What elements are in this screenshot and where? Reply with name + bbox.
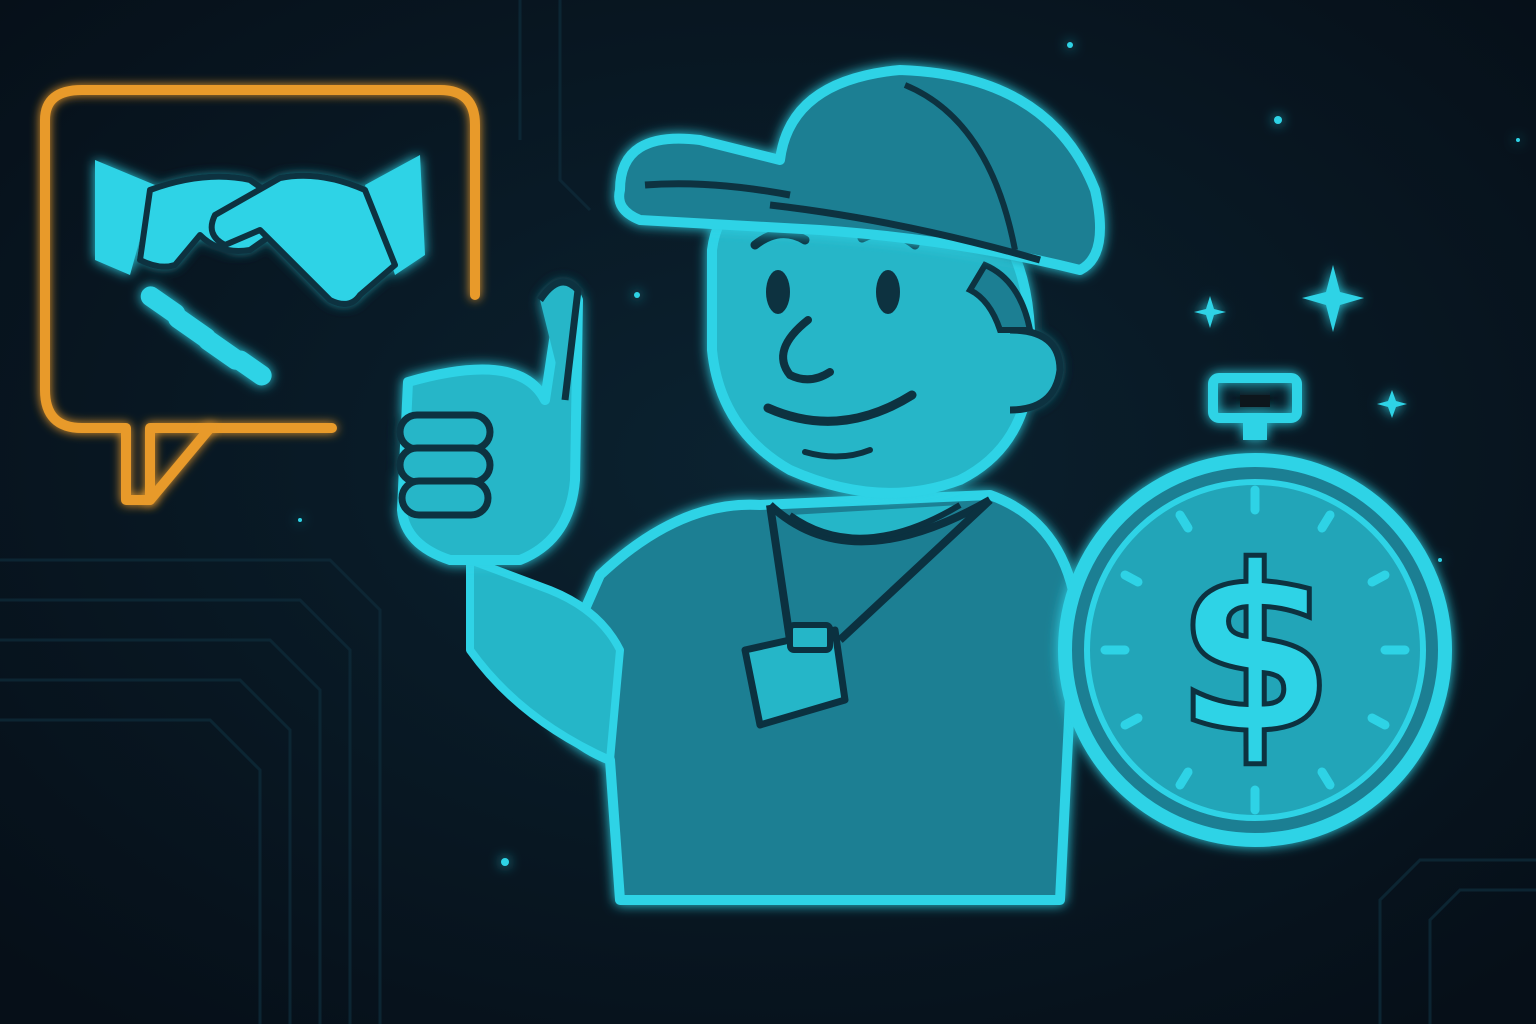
dollar-sign-icon: $ (1175, 518, 1335, 785)
left-eye (766, 270, 790, 314)
star-dot (1438, 558, 1442, 562)
right-eye (876, 270, 900, 314)
star-dot (298, 518, 302, 522)
star-dot (1274, 116, 1282, 124)
star-dot (501, 858, 509, 866)
star-dot (1516, 138, 1520, 142)
illustration-scene: $ (0, 0, 1536, 1024)
star-dot (634, 292, 640, 298)
star-dot (1067, 42, 1073, 48)
